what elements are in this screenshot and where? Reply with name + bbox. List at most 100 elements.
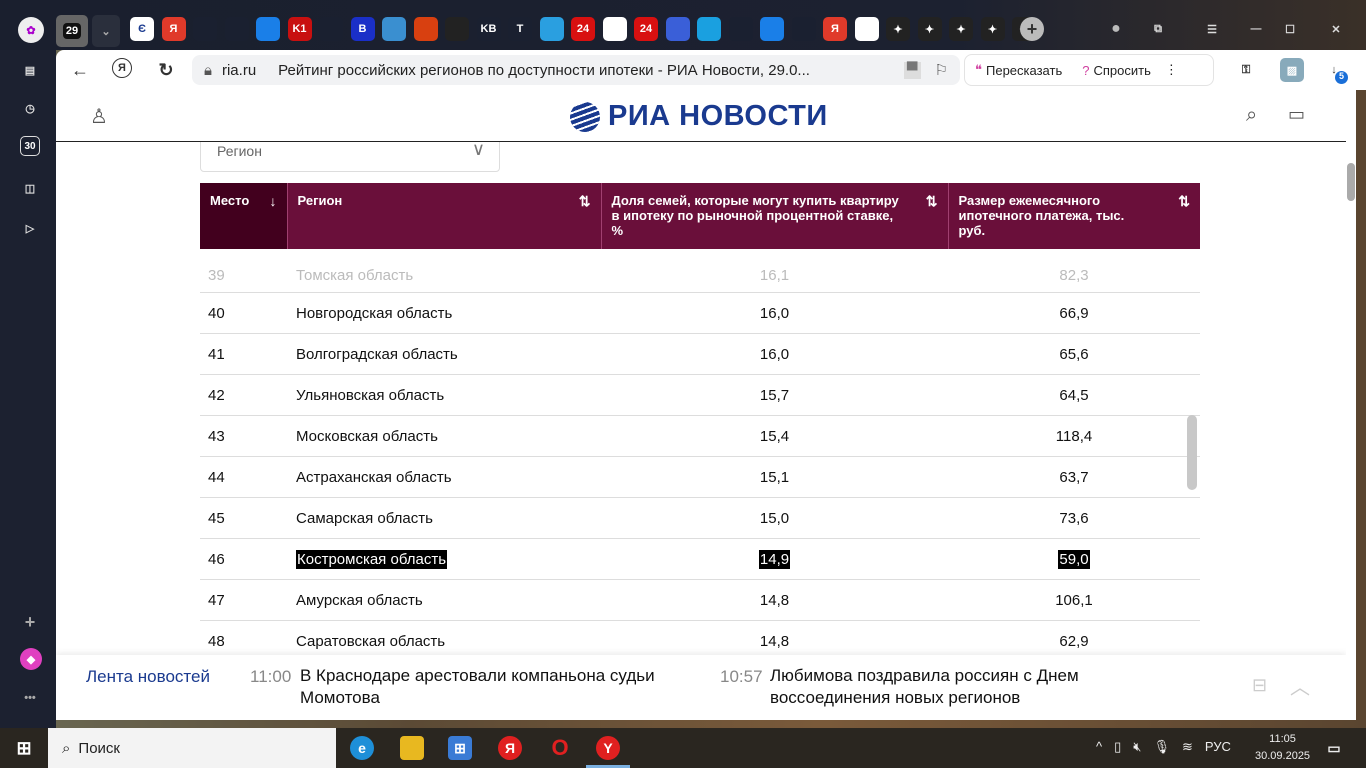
yandex-app-icon[interactable]: Я — [498, 736, 522, 760]
browser-tab[interactable]: Я — [823, 17, 847, 41]
browser-tab[interactable] — [193, 17, 217, 41]
calendar-icon[interactable]: 30 — [20, 136, 40, 156]
language-indicator[interactable]: РУС — [1205, 739, 1231, 755]
browser-tab[interactable]: ✦ — [949, 17, 973, 41]
search-icon[interactable]: ⌕ — [1246, 104, 1257, 127]
notifications-icon[interactable]: ▭ — [1322, 736, 1346, 760]
browser-tab[interactable]: Я — [161, 17, 186, 41]
page-scrollbar[interactable] — [1346, 90, 1356, 720]
browser-tab[interactable]: B — [350, 17, 375, 41]
table-cell: 42 — [208, 386, 225, 404]
table-cell: 16,0 — [759, 304, 790, 322]
wifi-icon[interactable]: ≋ — [1182, 739, 1193, 755]
browser-tab[interactable] — [665, 17, 690, 41]
back-icon[interactable]: ← — [68, 58, 92, 82]
system-tray[interactable]: ^ ▯ 🔇︎ 🎙︎ ≋ РУС — [1096, 739, 1231, 755]
tab-group-counter[interactable]: 29 — [56, 15, 88, 47]
image-icon[interactable]: ▨ — [1280, 58, 1304, 82]
ask-button[interactable]: Спросить — [1093, 63, 1150, 78]
reload-icon[interactable]: ↻ — [154, 58, 178, 82]
url-field[interactable]: 🔒︎ ria.ru Рейтинг российских регионов по… — [192, 55, 960, 85]
news-item[interactable]: Любимова поздравила россиян с Днем воссо… — [770, 665, 1130, 709]
browser-tab[interactable] — [382, 17, 406, 41]
alice-icon[interactable]: ◆ — [20, 648, 42, 670]
windows-start-icon[interactable]: ⊞ — [12, 736, 36, 760]
browser-tab[interactable] — [791, 17, 816, 41]
browser-tab[interactable] — [539, 17, 564, 41]
file-explorer-icon[interactable] — [400, 736, 424, 760]
browser-tab[interactable]: T — [508, 17, 532, 41]
opera-icon[interactable]: O — [548, 735, 572, 760]
expand-up-icon[interactable]: ︿ — [1290, 671, 1310, 700]
battery-icon[interactable]: ▯ — [1114, 739, 1121, 755]
user-icon[interactable]: ● — [1104, 17, 1128, 41]
tabs-panel-icon[interactable]: ▤ — [18, 58, 42, 82]
news-feed-label[interactable]: Лента новостей — [86, 667, 210, 687]
volume-muted-icon[interactable]: 🔇︎ — [1133, 739, 1141, 755]
bookmark-icon[interactable]: ⚐ — [935, 61, 948, 79]
column-header-payment[interactable]: Размер ежемесячного ипотечного платежа, … — [947, 183, 1200, 249]
collapse-icon[interactable]: ⊟ — [1252, 675, 1267, 696]
retell-button[interactable]: Пересказать — [986, 63, 1062, 78]
column-header-place[interactable]: Место ↓ — [200, 183, 287, 249]
page-scrollbar-thumb[interactable] — [1347, 163, 1355, 201]
more-menu-icon[interactable]: ⋮ — [1165, 62, 1178, 78]
browser-tab[interactable]: ✦ — [886, 17, 910, 41]
browser-tab[interactable] — [224, 17, 249, 41]
column-header-share[interactable]: Доля семей, которые могут купить квартир… — [600, 183, 948, 249]
menu-icon[interactable]: ☰ — [1200, 17, 1224, 41]
ask-icon: ? — [1082, 62, 1090, 78]
table-cell: 66,9 — [1059, 304, 1089, 322]
yandex-browser-icon[interactable]: Y — [596, 736, 620, 760]
browser-tab[interactable]: 24 — [634, 17, 658, 41]
table-cell: 14,8 — [759, 591, 790, 609]
profile-avatar[interactable]: ✿ — [18, 17, 44, 43]
browser-tab[interactable] — [854, 17, 879, 41]
search-icon: ⌕ — [62, 739, 71, 757]
column-header-region[interactable]: Регион ⇅ — [286, 183, 601, 249]
browser-tab[interactable]: KB — [476, 17, 501, 41]
table-cell: Новгородская область — [296, 304, 453, 322]
browser-tab[interactable]: ✦ — [917, 17, 942, 41]
browser-tab[interactable] — [728, 17, 753, 41]
browser-sidebar: ▤ ◷ 30 ◫ ▷ + ◆ ••• — [0, 50, 56, 728]
more-icon[interactable]: ••• — [18, 686, 42, 710]
clock[interactable]: 11:05 30.09.2025 — [1255, 731, 1310, 765]
table-scrollbar-thumb[interactable] — [1187, 415, 1197, 490]
screenshot-icon[interactable]: ◫ — [18, 176, 42, 200]
browser-tab[interactable] — [602, 17, 627, 41]
browser-tab[interactable] — [413, 17, 438, 41]
passwords-icon[interactable]: ⚿ — [1234, 58, 1258, 82]
tray-chevron-icon[interactable]: ^ — [1096, 739, 1102, 755]
store-icon[interactable]: ⊞ — [448, 736, 472, 760]
browser-tab[interactable]: K1 — [287, 17, 312, 41]
minimize-button[interactable]: — — [1244, 17, 1268, 41]
browser-tab[interactable]: ✦ — [980, 17, 1005, 41]
downloads-icon[interactable]: ↓ 5 — [1322, 58, 1348, 84]
browser-tab[interactable] — [697, 17, 721, 41]
mic-icon[interactable]: 🎙︎ — [1153, 739, 1170, 755]
collections-icon[interactable]: ⧉ — [1146, 17, 1170, 41]
browser-tab[interactable]: Є — [130, 17, 154, 41]
browser-tab[interactable]: 24 — [571, 17, 595, 41]
yandex-icon[interactable]: Я — [112, 58, 132, 78]
close-button[interactable]: ✕ — [1324, 17, 1348, 41]
browser-tab[interactable] — [760, 17, 784, 41]
add-panel-icon[interactable]: + — [18, 610, 42, 634]
sort-icon: ⇅ — [578, 193, 591, 209]
browser-tab[interactable] — [445, 17, 469, 41]
browser-tab[interactable] — [256, 17, 280, 41]
edge-icon[interactable]: e — [350, 736, 374, 760]
history-icon[interactable]: ◷ — [18, 96, 42, 120]
ria-logo[interactable]: РИА НОВОСТИ — [570, 100, 828, 133]
taskbar-search[interactable]: ⌕ Поиск — [48, 728, 336, 768]
tab-list-chevron-icon[interactable]: ⌄ — [92, 15, 120, 47]
comment-icon[interactable]: ▀ — [903, 61, 921, 79]
new-tab-button[interactable]: + — [1020, 17, 1044, 41]
play-icon[interactable]: ▷ — [18, 216, 42, 240]
chat-icon[interactable]: ▭ — [1288, 104, 1305, 125]
browser-tab[interactable] — [319, 17, 343, 41]
news-item[interactable]: В Краснодаре арестовали компаньона судьи… — [300, 665, 660, 709]
maximize-button[interactable]: ☐ — [1278, 17, 1302, 41]
user-icon[interactable]: ♙ — [90, 104, 108, 129]
